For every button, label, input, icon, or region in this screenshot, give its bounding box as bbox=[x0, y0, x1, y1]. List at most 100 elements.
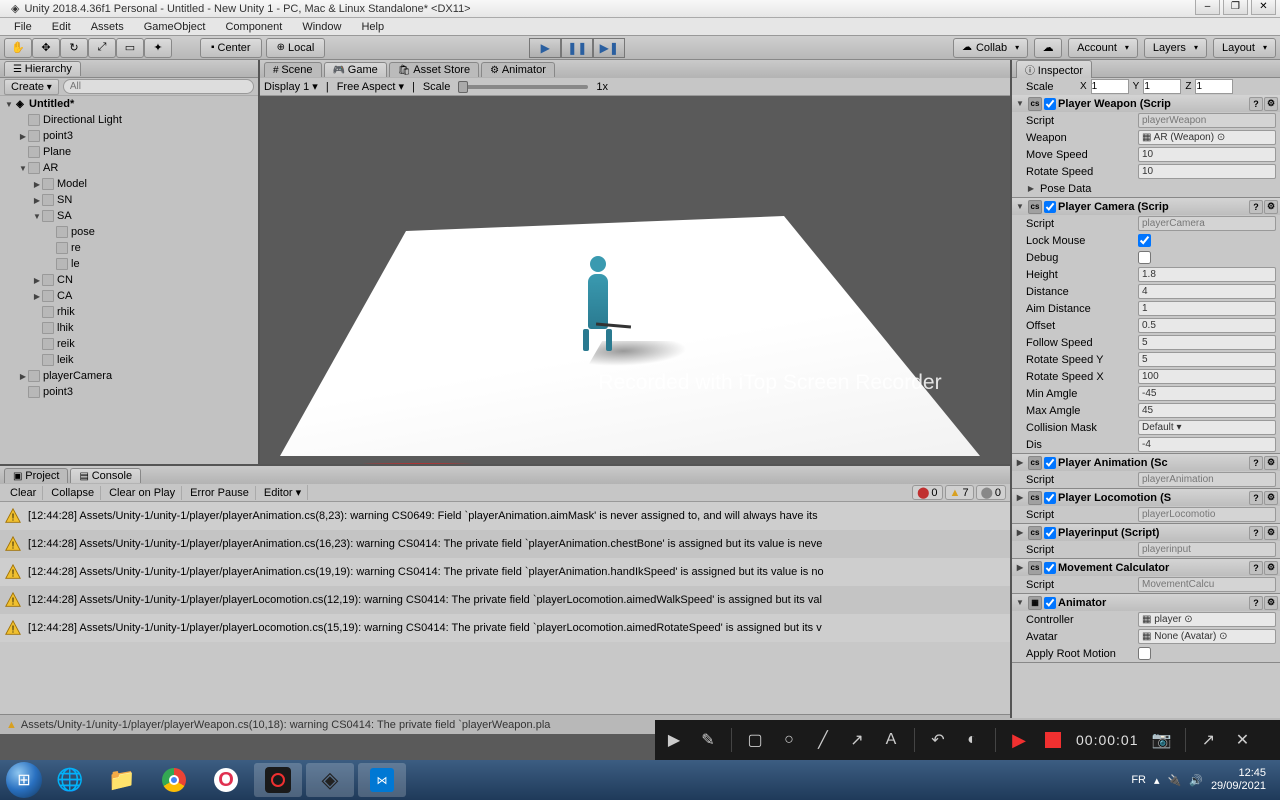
hierarchy-tab[interactable]: ☰ Hierarchy bbox=[4, 61, 81, 76]
rec-export-button[interactable]: ↗ bbox=[1198, 729, 1220, 751]
rec-erase-button[interactable]: ◐ bbox=[961, 729, 983, 751]
hierarchy-item[interactable]: ▶playerCamera bbox=[0, 368, 258, 384]
taskbar-unity[interactable]: ◈ bbox=[306, 763, 354, 797]
scene-item[interactable]: ▼◈Untitled* bbox=[0, 96, 258, 112]
property-field[interactable]: ▦ None (Avatar) ⊙ bbox=[1138, 629, 1276, 644]
property-checkbox[interactable] bbox=[1138, 251, 1151, 264]
play-button[interactable]: ▶ bbox=[529, 38, 561, 58]
property-field[interactable]: -4 bbox=[1138, 437, 1276, 452]
component-settings-icon[interactable]: ⚙ bbox=[1264, 97, 1278, 111]
property-field[interactable]: 5 bbox=[1138, 352, 1276, 367]
rec-stop-button[interactable] bbox=[1042, 729, 1064, 751]
taskbar-ie[interactable]: 🌐 bbox=[46, 763, 94, 797]
hierarchy-item[interactable]: ▶point3 bbox=[0, 128, 258, 144]
console-log-row[interactable]: ![12:44:28] Assets/Unity-1/unity-1/playe… bbox=[0, 502, 1010, 530]
menu-file[interactable]: File bbox=[4, 19, 42, 35]
hierarchy-item[interactable]: rhik bbox=[0, 304, 258, 320]
taskbar-vscode[interactable]: ⋈ bbox=[358, 763, 406, 797]
component-header[interactable]: ▶csMovement Calculator?⚙ bbox=[1012, 559, 1280, 576]
hierarchy-item[interactable]: reik bbox=[0, 336, 258, 352]
tray-volume-icon[interactable]: 🔊 bbox=[1189, 774, 1203, 787]
display-dropdown[interactable]: Display 1 ▾ bbox=[264, 80, 318, 93]
console-log-row[interactable]: ![12:44:28] Assets/Unity-1/unity-1/playe… bbox=[0, 614, 1010, 642]
rec-pencil-button[interactable]: ✎ bbox=[697, 729, 719, 751]
scale-tool-button[interactable]: ⤢ bbox=[88, 38, 116, 58]
tray-clock[interactable]: 12:4529/09/2021 bbox=[1211, 767, 1266, 793]
hierarchy-search[interactable] bbox=[63, 79, 254, 94]
taskbar-recorder[interactable] bbox=[254, 763, 302, 797]
console-error-pause-button[interactable]: Error Pause bbox=[184, 486, 256, 500]
property-field[interactable]: 5 bbox=[1138, 335, 1276, 350]
component-settings-icon[interactable]: ⚙ bbox=[1264, 561, 1278, 575]
component-enabled-checkbox[interactable] bbox=[1044, 201, 1056, 213]
component-help-icon[interactable]: ? bbox=[1249, 200, 1263, 214]
component-help-icon[interactable]: ? bbox=[1249, 596, 1263, 610]
hierarchy-item[interactable]: ▶Model bbox=[0, 176, 258, 192]
warning-count[interactable]: ▲7 bbox=[945, 485, 974, 500]
hierarchy-item[interactable]: Plane bbox=[0, 144, 258, 160]
tab-animator[interactable]: ⚙ Animator bbox=[481, 62, 555, 77]
hierarchy-item[interactable]: ▶CA bbox=[0, 288, 258, 304]
hierarchy-item[interactable]: leik bbox=[0, 352, 258, 368]
rec-circle-button[interactable]: ○ bbox=[778, 729, 800, 751]
rec-play-button[interactable]: ▶ bbox=[1008, 729, 1030, 751]
taskbar-chrome[interactable] bbox=[150, 763, 198, 797]
property-field[interactable]: 100 bbox=[1138, 369, 1276, 384]
property-field[interactable]: Default ▾ bbox=[1138, 420, 1276, 435]
hierarchy-item[interactable]: ▶SN bbox=[0, 192, 258, 208]
info-count[interactable]: ⬤0 bbox=[976, 485, 1006, 500]
console-clear-on-play-button[interactable]: Clear on Play bbox=[103, 486, 182, 500]
component-header[interactable]: ▶csPlayer Locomotion (S?⚙ bbox=[1012, 489, 1280, 506]
component-help-icon[interactable]: ? bbox=[1249, 561, 1263, 575]
layers-dropdown[interactable]: Layers bbox=[1144, 38, 1207, 58]
property-field[interactable]: -45 bbox=[1138, 386, 1276, 401]
tab-scene[interactable]: # Scene bbox=[264, 62, 322, 77]
component-enabled-checkbox[interactable] bbox=[1044, 457, 1056, 469]
property-field[interactable]: ▦ AR (Weapon) ⊙ bbox=[1138, 130, 1276, 145]
step-button[interactable]: ▶❚ bbox=[593, 38, 625, 58]
layout-dropdown[interactable]: Layout bbox=[1213, 38, 1276, 58]
console-log-row[interactable]: ![12:44:28] Assets/Unity-1/unity-1/playe… bbox=[0, 558, 1010, 586]
collab-dropdown[interactable]: ☁ Collab bbox=[953, 38, 1028, 58]
component-header[interactable]: ▶csPlayer Animation (Sc?⚙ bbox=[1012, 454, 1280, 471]
close-button[interactable]: ✕ bbox=[1251, 0, 1276, 15]
create-dropdown[interactable]: Create ▾ bbox=[4, 79, 59, 95]
component-header[interactable]: ▶csPlayerinput (Script)?⚙ bbox=[1012, 524, 1280, 541]
tray-network-icon[interactable]: 🔌 bbox=[1168, 774, 1182, 787]
minimize-button[interactable]: – bbox=[1195, 0, 1220, 15]
windows-taskbar[interactable]: ⊞ 🌐 📁 O ◈ ⋈ FR ▴ 🔌 🔊 12:4529/09/2021 bbox=[0, 760, 1280, 800]
hand-tool-button[interactable]: ✋ bbox=[4, 38, 32, 58]
component-enabled-checkbox[interactable] bbox=[1044, 562, 1056, 574]
property-field[interactable]: ▦ player ⊙ bbox=[1138, 612, 1276, 627]
hierarchy-item[interactable]: pose bbox=[0, 224, 258, 240]
rotate-tool-button[interactable]: ↻ bbox=[60, 38, 88, 58]
component-enabled-checkbox[interactable] bbox=[1044, 597, 1056, 609]
pivot-local-button[interactable]: ⊕Local bbox=[266, 38, 326, 58]
component-header[interactable]: ▼csPlayer Weapon (Scrip?⚙ bbox=[1012, 95, 1280, 112]
console-log-row[interactable]: ![12:44:28] Assets/Unity-1/unity-1/playe… bbox=[0, 530, 1010, 558]
scale-slider[interactable] bbox=[458, 85, 588, 89]
account-dropdown[interactable]: Account bbox=[1068, 38, 1138, 58]
component-enabled-checkbox[interactable] bbox=[1044, 527, 1056, 539]
rec-cursor-button[interactable]: ▶ bbox=[663, 729, 685, 751]
component-help-icon[interactable]: ? bbox=[1249, 526, 1263, 540]
rec-close-button[interactable]: ✕ bbox=[1232, 729, 1254, 751]
menu-window[interactable]: Window bbox=[292, 19, 351, 35]
rec-undo-button[interactable]: ↶ bbox=[927, 729, 949, 751]
rec-text-button[interactable]: A bbox=[880, 729, 902, 751]
rec-arrow-button[interactable]: ↗ bbox=[846, 729, 868, 751]
rec-camera-button[interactable]: 📷 bbox=[1151, 729, 1173, 751]
transform-scale-row[interactable]: ScaleX Y Z bbox=[1012, 78, 1280, 95]
property-field[interactable]: 10 bbox=[1138, 147, 1276, 162]
component-help-icon[interactable]: ? bbox=[1249, 491, 1263, 505]
transform-tool-button[interactable]: ✦ bbox=[144, 38, 172, 58]
component-settings-icon[interactable]: ⚙ bbox=[1264, 526, 1278, 540]
tray-show-hidden-icon[interactable]: ▴ bbox=[1154, 774, 1160, 787]
menu-component[interactable]: Component bbox=[215, 19, 292, 35]
property-checkbox[interactable] bbox=[1138, 647, 1151, 660]
inspector-tab[interactable]: ⓘ Inspector bbox=[1016, 60, 1092, 78]
hierarchy-item[interactable]: point3 bbox=[0, 384, 258, 400]
console-log-row[interactable]: ![12:44:28] Assets/Unity-1/unity-1/playe… bbox=[0, 586, 1010, 614]
hierarchy-item[interactable]: ▼AR bbox=[0, 160, 258, 176]
error-count[interactable]: ⬤0 bbox=[912, 485, 942, 500]
